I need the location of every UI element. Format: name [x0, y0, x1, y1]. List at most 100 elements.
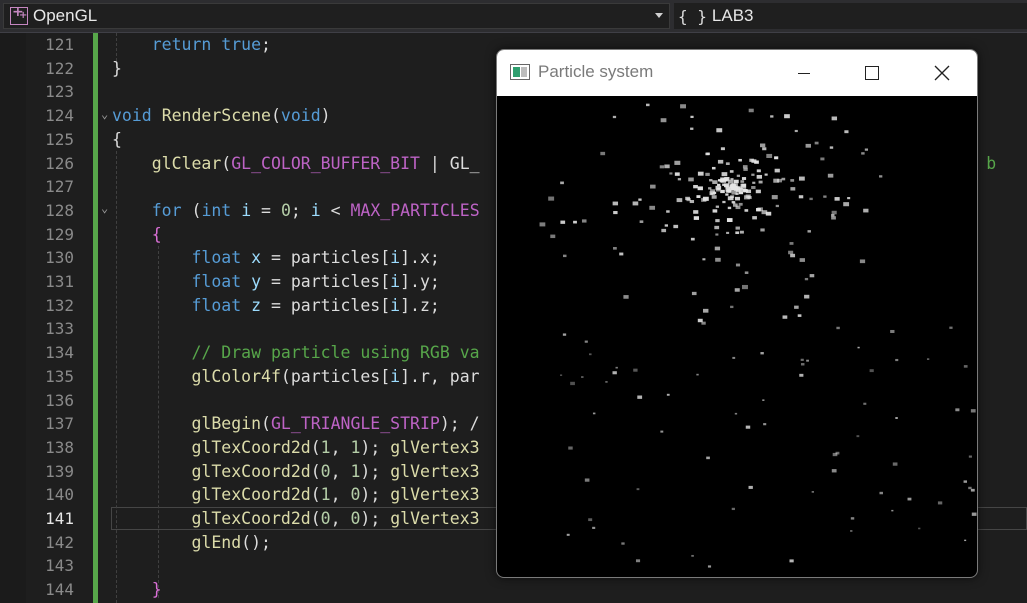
particle: [732, 201, 736, 204]
particle: [789, 559, 794, 563]
particle: [660, 430, 664, 433]
particle: [732, 356, 736, 359]
particle: [539, 222, 546, 227]
particle: [701, 321, 706, 325]
change-tracking-bar: [93, 33, 98, 603]
close-icon: [934, 65, 950, 81]
code-line[interactable]: }: [112, 578, 162, 602]
particle: [777, 178, 783, 183]
particle: [879, 491, 883, 495]
particle: [581, 219, 587, 223]
particle: [937, 501, 943, 505]
particle: [857, 346, 860, 349]
particle: [864, 148, 869, 151]
particle: [970, 488, 975, 492]
particle: [891, 509, 894, 512]
line-number: 136: [45, 390, 74, 410]
particle: [584, 340, 588, 343]
particle: [760, 352, 764, 355]
particle: [831, 469, 837, 473]
code-line[interactable]: float y = particles[i].y;: [112, 270, 439, 294]
line-number: 131: [45, 272, 74, 291]
particle: [731, 183, 736, 186]
line-number: 138: [45, 437, 74, 457]
particle: [800, 358, 804, 361]
code-line[interactable]: // Draw particle using RGB va: [112, 341, 479, 365]
particle: [714, 225, 720, 230]
particle: [690, 237, 695, 241]
code-line[interactable]: void RenderScene(void): [112, 104, 331, 128]
particle: [693, 216, 700, 220]
particle: [843, 202, 850, 207]
particle: [771, 195, 778, 200]
particle: [715, 219, 720, 223]
particle: [890, 329, 895, 333]
collapse-icon[interactable]: ⌄: [101, 201, 108, 215]
editor-navigation-bar: OpenGL { } LAB3: [0, 0, 1027, 33]
particle-system-window[interactable]: Particle system: [496, 49, 978, 578]
particle: [756, 169, 761, 173]
code-line[interactable]: glBegin(GL_TRIANGLE_STRIP); /: [112, 412, 479, 436]
particle: [592, 412, 596, 415]
code-line[interactable]: glTexCoord2d(1, 0); glVertex3: [112, 483, 479, 507]
minimize-button[interactable]: [769, 50, 839, 96]
line-number: 140: [45, 485, 74, 505]
line-number: 142: [45, 532, 74, 552]
close-button[interactable]: [907, 50, 977, 96]
project-dropdown[interactable]: OpenGL: [3, 3, 670, 29]
particle: [550, 234, 556, 239]
particle: [970, 409, 976, 413]
particle: [659, 165, 665, 169]
particle: [562, 254, 567, 258]
code-line[interactable]: }: [112, 57, 122, 81]
particle: [581, 376, 584, 378]
particle: [798, 195, 804, 199]
particle: [721, 172, 728, 177]
particle: [758, 180, 763, 184]
particle: [756, 208, 761, 212]
particle: [702, 258, 706, 261]
scope-dropdown[interactable]: { } LAB3: [674, 3, 1027, 29]
code-line[interactable]: glTexCoord2d(1, 1); glVertex3: [112, 436, 479, 460]
particle: [831, 210, 837, 215]
particle: [728, 179, 734, 184]
particle: [660, 118, 667, 123]
code-line[interactable]: glEnd();: [112, 531, 270, 555]
particle: [646, 103, 650, 107]
particle: [731, 507, 735, 511]
maximize-button[interactable]: [837, 50, 907, 96]
particle: [720, 147, 725, 151]
particle: [725, 189, 731, 194]
particle: [686, 198, 691, 202]
code-line[interactable]: glTexCoord2d(0, 1); glVertex3: [112, 460, 479, 484]
chevron-down-icon[interactable]: [655, 13, 663, 18]
particle: [715, 257, 721, 262]
particle: [797, 314, 802, 317]
window-title-bar[interactable]: Particle system: [497, 50, 977, 96]
app-window-icon: [510, 64, 530, 80]
particle: [560, 181, 564, 185]
particle: [710, 189, 716, 193]
particle: [727, 206, 732, 210]
particle: [733, 179, 739, 184]
particle: [690, 115, 694, 118]
particle: [963, 480, 968, 483]
particle: [707, 565, 712, 568]
code-line[interactable]: {: [112, 223, 162, 247]
line-number-current: 141: [45, 509, 74, 528]
particle: [752, 181, 756, 184]
particle: [725, 162, 730, 165]
particle: [799, 373, 804, 377]
code-line[interactable]: {: [112, 128, 122, 152]
particle: [584, 478, 590, 482]
particle: [742, 284, 748, 290]
particle: [674, 172, 680, 176]
particle: [568, 446, 573, 450]
collapse-icon[interactable]: ⌄: [101, 107, 108, 121]
code-line[interactable]: float z = particles[i].z;: [112, 294, 439, 318]
particle: [680, 104, 687, 109]
code-line[interactable]: glTexCoord2d(0, 0); glVertex3: [112, 507, 479, 531]
particle: [734, 412, 738, 415]
code-line[interactable]: return true;: [112, 33, 271, 57]
particle: [701, 198, 707, 202]
